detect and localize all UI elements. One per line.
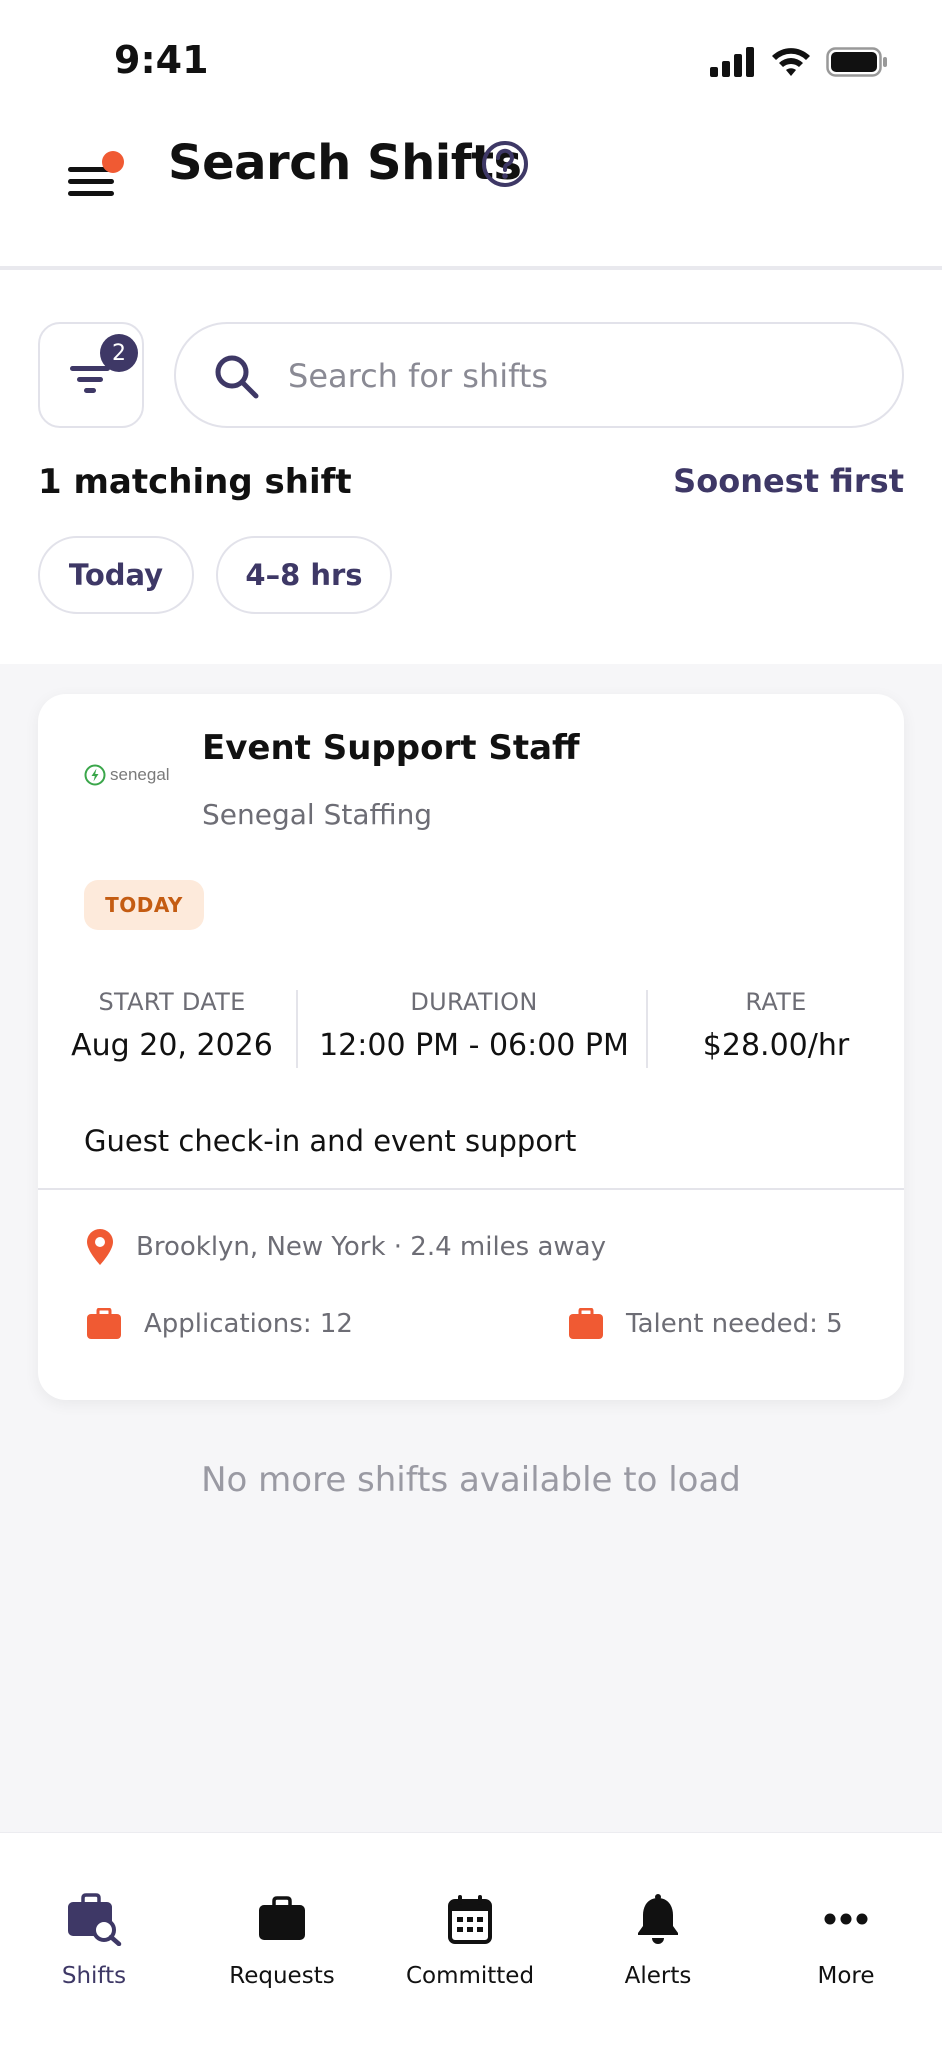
help-question-icon (482, 141, 528, 187)
talent-needed-row: Talent needed: 5 (568, 1308, 843, 1340)
briefcase-icon (252, 1889, 312, 1949)
status-icons (710, 46, 888, 83)
briefcase-icon (87, 1308, 121, 1339)
status-bar: 9:41 (0, 0, 942, 115)
tab-label: Alerts (624, 1963, 692, 1989)
talent-needed-text: Talent needed: 5 (626, 1309, 843, 1339)
rate-value: $28.00/hr (702, 1028, 850, 1063)
logo-wordmark: senegal (110, 765, 170, 784)
filter-count-badge: 2 (100, 334, 138, 372)
tab-shifts[interactable]: Shifts (0, 1833, 188, 2048)
shift-card[interactable]: senegal Event Support Staff Senegal Staf… (38, 694, 904, 1400)
card-divider (38, 1188, 904, 1190)
stat-divider (296, 990, 298, 1068)
filter-chip-today[interactable]: Today (38, 536, 194, 614)
briefcase-icon (569, 1308, 603, 1339)
stat-divider (646, 990, 648, 1068)
search-input[interactable] (288, 348, 868, 404)
company-logo: senegal (84, 764, 170, 786)
more-dots-icon (816, 1889, 876, 1949)
duration-stat: DURATION 12:00 PM - 06:00 PM (300, 988, 648, 1063)
filter-chip-duration[interactable]: 4–8 hrs (216, 536, 392, 614)
applications-text: Applications: 12 (144, 1309, 353, 1339)
applications-row: Applications: 12 (86, 1308, 353, 1340)
duration-label: DURATION (410, 988, 538, 1016)
tab-more[interactable]: More (752, 1833, 940, 2048)
battery-icon (826, 47, 888, 82)
search-icon (212, 352, 262, 402)
tab-requests[interactable]: Requests (188, 1833, 376, 2048)
page-title: Search Shifts (168, 135, 522, 191)
start-date-stat: START DATE Aug 20, 2026 (52, 988, 292, 1063)
location-row: Brooklyn, New York · 2.4 miles away (86, 1228, 606, 1266)
shifts-briefcase-search-icon (64, 1889, 124, 1949)
tab-label: Shifts (61, 1963, 127, 1989)
shift-title: Event Support Staff (202, 728, 580, 768)
bell-icon (628, 1889, 688, 1949)
notification-dot (102, 151, 124, 173)
sort-button[interactable]: Soonest first (673, 462, 904, 500)
tab-label: Requests (229, 1963, 335, 1989)
bottom-tab-bar: Shifts Requests Committed Alerts More (0, 1832, 942, 2048)
shift-description: Guest check-in and event support (84, 1124, 577, 1158)
senegal-logo-icon (84, 764, 106, 786)
location-text: Brooklyn, New York · 2.4 miles away (136, 1232, 607, 1262)
today-badge: TODAY (84, 880, 204, 930)
result-count: 1 matching shift (38, 462, 352, 502)
search-bar[interactable] (174, 322, 904, 428)
tab-label: Committed (405, 1963, 535, 1989)
search-toolbar: 2 1 matching shift Soonest first Today 4… (0, 274, 942, 664)
start-date-value: Aug 20, 2026 (71, 1028, 273, 1063)
end-of-list-message: No more shifts available to load (201, 1460, 741, 1500)
start-date-label: START DATE (98, 988, 246, 1016)
tab-alerts[interactable]: Alerts (564, 1833, 752, 2048)
location-pin-icon (87, 1229, 113, 1265)
duration-value: 12:00 PM - 06:00 PM (319, 1028, 629, 1063)
calendar-icon (440, 1889, 500, 1949)
tab-committed[interactable]: Committed (376, 1833, 564, 2048)
tab-label: More (817, 1963, 875, 1989)
rate-stat: RATE $28.00/hr (656, 988, 896, 1063)
company-name: Senegal Staffing (202, 798, 433, 831)
wifi-icon (770, 46, 812, 83)
app-header: Search Shifts (0, 115, 942, 270)
cellular-signal-icon (710, 47, 756, 82)
help-button[interactable] (480, 139, 530, 189)
rate-label: RATE (745, 988, 807, 1016)
filter-button[interactable]: 2 (38, 322, 144, 428)
menu-button[interactable] (62, 149, 126, 213)
status-time: 9:41 (114, 38, 209, 82)
